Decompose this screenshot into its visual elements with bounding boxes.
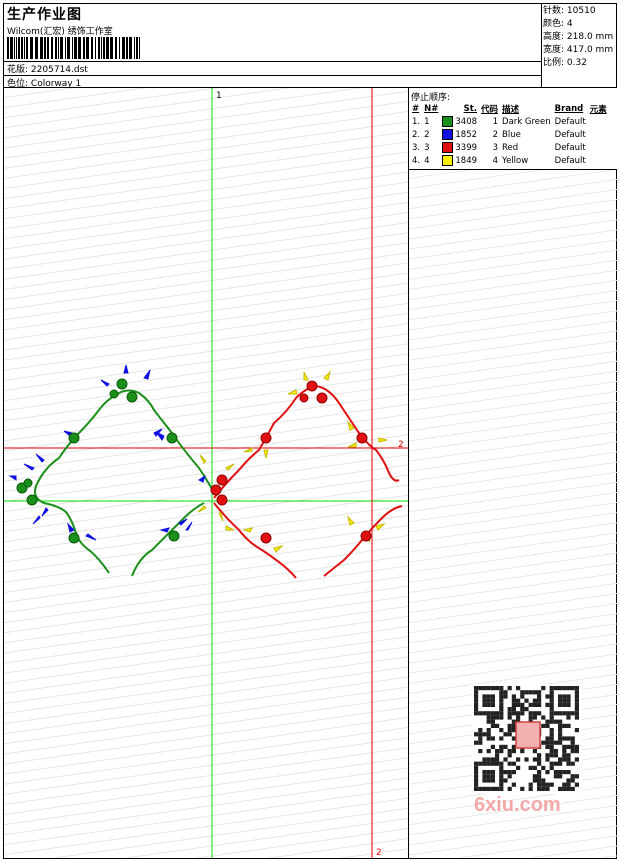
page-title: 生产作业图 bbox=[7, 7, 82, 23]
height-value: 218.0 mm bbox=[566, 32, 614, 42]
row-brand: Default bbox=[554, 116, 586, 127]
row-description: Blue bbox=[502, 129, 521, 140]
red-horizontal-guide-label: 2 bbox=[398, 440, 404, 450]
row-index: 1. bbox=[412, 116, 421, 127]
row-index: 4. bbox=[412, 155, 421, 166]
col-brand: Brand bbox=[554, 104, 584, 114]
embroidery-preview bbox=[4, 88, 408, 858]
col-stitches: St. bbox=[463, 104, 478, 114]
production-worksheet: 生产作业图 Wilcom(汇宏) 绣饰工作室 花版: 2205714.dst 色… bbox=[3, 3, 617, 859]
green-guide-label: 1 bbox=[216, 91, 222, 101]
col-index: # bbox=[412, 104, 420, 114]
table-row: 3. 3 3399 3 Red Default bbox=[410, 141, 609, 154]
header-panel: 生产作业图 Wilcom(汇宏) 绣饰工作室 花版: 2205714.dst 色… bbox=[4, 4, 542, 89]
color-swatch bbox=[442, 142, 454, 153]
table-row: 4. 4 1849 4 Yellow Default bbox=[410, 154, 609, 167]
yellow-leaves bbox=[197, 370, 388, 553]
row-stitch-count: 1852 bbox=[455, 130, 478, 140]
qr-code-icon bbox=[472, 684, 582, 794]
row-description: Yellow bbox=[502, 155, 529, 166]
row-element bbox=[588, 128, 609, 141]
color-count: 颜色: 4 bbox=[543, 18, 616, 31]
stitch-count-value: 10510 bbox=[566, 6, 596, 16]
scale-value: 0.32 bbox=[566, 58, 587, 68]
color-count-label: 颜色: bbox=[543, 19, 565, 29]
stop-sequence-title: 停止顺序: bbox=[411, 93, 451, 103]
row-stitch-count: 1849 bbox=[455, 156, 478, 166]
col-element: 元素 bbox=[589, 105, 607, 115]
row-stitch-count: 3399 bbox=[455, 143, 478, 153]
row-stitches: 3408 bbox=[440, 115, 479, 128]
color-swatch bbox=[442, 129, 454, 140]
stats-panel: 针数: 10510 颜色: 4 高度: 218.0 mm 宽度: 417.0 m… bbox=[542, 4, 616, 88]
color-count-value: 4 bbox=[566, 19, 573, 29]
row-element bbox=[588, 115, 609, 128]
row-needle: 4 bbox=[424, 155, 430, 166]
row-needle: 1 bbox=[424, 116, 430, 127]
row-code: 3 bbox=[492, 142, 499, 153]
row-needle: 3 bbox=[424, 142, 430, 153]
design-width: 宽度: 417.0 mm bbox=[543, 44, 616, 57]
color-swatch bbox=[442, 116, 454, 127]
studio-name: Wilcom(汇宏) 绣饰工作室 bbox=[7, 27, 113, 37]
row-stitch-count: 3408 bbox=[455, 117, 478, 127]
table-header-row: # N# St. 代码 描述 Brand 元素 bbox=[410, 103, 609, 115]
stop-sequence-panel: 停止顺序: # N# St. 代码 描述 Brand 元素 1. 1 3408 1 Da… bbox=[409, 88, 617, 170]
row-description: Red bbox=[502, 142, 519, 153]
stitch-count: 针数: 10510 bbox=[543, 5, 616, 18]
red-vertical-guide-label: 2 bbox=[376, 848, 382, 858]
row-brand: Default bbox=[554, 129, 586, 140]
height-label: 高度: bbox=[543, 32, 565, 42]
row-code: 4 bbox=[492, 155, 499, 166]
row-code: 2 bbox=[492, 129, 499, 140]
color-swatch bbox=[442, 155, 454, 166]
design-label: 花版: bbox=[7, 65, 29, 75]
design-scale: 比例: 0.32 bbox=[543, 57, 616, 70]
col-description: 描述 bbox=[502, 105, 520, 115]
divider bbox=[4, 75, 542, 76]
stop-sequence-table: # N# St. 代码 描述 Brand 元素 1. 1 3408 1 Dark Gre… bbox=[410, 103, 609, 167]
width-label: 宽度: bbox=[543, 45, 565, 55]
col-needle: N# bbox=[424, 104, 439, 114]
row-description: Dark Green bbox=[502, 116, 551, 127]
row-index: 3. bbox=[412, 142, 421, 153]
scale-label: 比例: bbox=[543, 58, 565, 68]
row-stitches: 1849 bbox=[440, 154, 479, 167]
col-code: 代码 bbox=[481, 105, 499, 115]
design-canvas[interactable]: 1 2 2 bbox=[4, 88, 409, 858]
row-brand: Default bbox=[554, 142, 586, 153]
table-row: 2. 2 1852 2 Blue Default bbox=[410, 128, 609, 141]
row-element bbox=[588, 141, 609, 154]
design-value: 2205714.dst bbox=[30, 65, 88, 75]
row-stitches: 1852 bbox=[440, 128, 479, 141]
row-index: 2. bbox=[412, 129, 421, 140]
blue-leaves bbox=[8, 364, 206, 541]
row-code: 1 bbox=[492, 116, 499, 127]
design-file: 花版: 2205714.dst bbox=[7, 62, 88, 75]
row-needle: 2 bbox=[424, 129, 430, 140]
stitch-count-label: 针数: bbox=[543, 6, 565, 16]
row-brand: Default bbox=[554, 155, 586, 166]
red-vine bbox=[213, 384, 403, 579]
width-value: 417.0 mm bbox=[566, 45, 614, 55]
watermark: 6xiu.com bbox=[474, 794, 561, 816]
design-height: 高度: 218.0 mm bbox=[543, 31, 616, 44]
row-stitches: 3399 bbox=[440, 141, 479, 154]
row-element bbox=[588, 154, 609, 167]
barcode-icon bbox=[7, 37, 140, 59]
green-vine bbox=[34, 389, 215, 577]
table-row: 1. 1 3408 1 Dark Green Default bbox=[410, 115, 609, 128]
